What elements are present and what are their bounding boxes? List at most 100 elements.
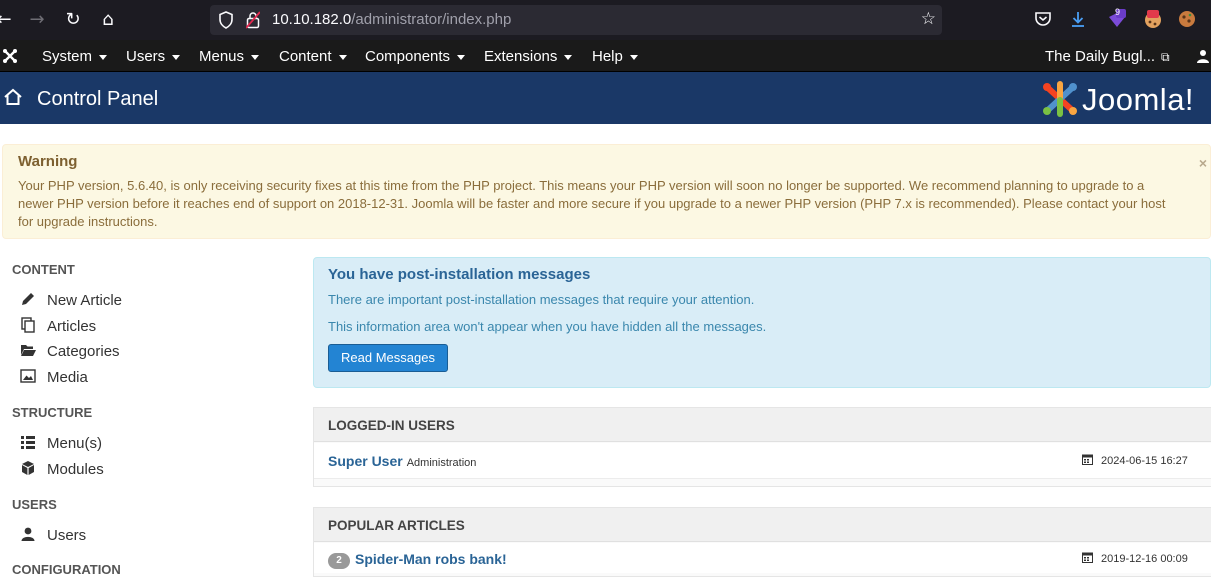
sidebar-item-new-article[interactable]: New Article xyxy=(20,291,122,309)
sidebar-item-label: New Article xyxy=(47,292,123,309)
caret-down-icon xyxy=(564,54,573,60)
table-row: Super User Administration 2024-06-15 16:2… xyxy=(314,443,1211,479)
user-menu-icon[interactable] xyxy=(1196,49,1210,63)
url-text[interactable]: 10.10.182.0/administrator/index.php xyxy=(272,11,511,28)
menu-extensions[interactable]: Extensions xyxy=(484,48,573,65)
back-icon[interactable]: ← xyxy=(0,8,16,32)
warning-title: Warning xyxy=(18,153,78,170)
menu-components-label: Components xyxy=(365,48,451,65)
calendar-icon xyxy=(1082,552,1093,563)
sidebar-heading-configuration: CONFIGURATION xyxy=(12,562,121,577)
copy-icon xyxy=(21,317,35,333)
folder-open-icon xyxy=(21,345,36,356)
sidebar-item-label: Modules xyxy=(47,461,104,478)
admin-menu-bar: System Users Menus Content Components Ex… xyxy=(0,40,1211,72)
sidebar-item-label: Categories xyxy=(47,343,120,360)
post-install-text: There are important post-installation me… xyxy=(328,292,755,307)
article-link[interactable]: 2 Spider-Man robs bank! xyxy=(328,551,507,569)
sidebar-item-articles[interactable]: Articles xyxy=(20,317,96,335)
popular-articles-panel: POPULAR ARTICLES 2 Spider-Man robs bank! … xyxy=(313,507,1211,577)
sidebar-heading-content: CONTENT xyxy=(12,262,75,277)
cookie-icon[interactable] xyxy=(1177,9,1197,29)
site-link[interactable]: The Daily Bugl... ⧉ xyxy=(1045,48,1170,65)
login-date: 2024-06-15 16:27 xyxy=(1101,455,1188,467)
sidebar-heading-users: USERS xyxy=(12,497,57,512)
joomla-logo-icon xyxy=(1043,81,1077,117)
cube-icon xyxy=(22,461,34,475)
menu-help-label: Help xyxy=(592,48,623,65)
panel-header: LOGGED-IN USERS xyxy=(314,408,1211,442)
url-path: /administrator/index.php xyxy=(351,11,512,28)
caret-down-icon xyxy=(172,54,181,60)
php-warning-alert: Warning Your PHP version, 5.6.40, is onl… xyxy=(2,144,1211,239)
row-date: 2019-12-16 00:09 xyxy=(1082,552,1188,565)
post-install-note: This information area won't appear when … xyxy=(328,319,767,334)
menu-menus-label: Menus xyxy=(199,48,245,65)
panel-title: LOGGED-IN USERS xyxy=(328,418,455,433)
menu-content[interactable]: Content xyxy=(279,48,347,65)
reload-icon[interactable]: ↻ xyxy=(61,8,85,32)
sidebar-item-label: Articles xyxy=(47,318,97,335)
external-link-icon: ⧉ xyxy=(1161,50,1170,64)
panel-title: POPULAR ARTICLES xyxy=(328,518,465,533)
sidebar-item-media[interactable]: Media xyxy=(20,368,88,386)
page-header: Control Panel Joomla! xyxy=(0,72,1211,124)
pocket-icon[interactable] xyxy=(1033,9,1053,29)
user-link[interactable]: Super User Administration xyxy=(328,453,476,469)
menu-help[interactable]: Help xyxy=(592,48,638,65)
warning-message: Your PHP version, 5.6.40, is only receiv… xyxy=(18,178,1166,229)
home-icon[interactable]: ⌂ xyxy=(96,8,120,32)
download-icon[interactable] xyxy=(1068,9,1088,29)
post-install-message: You have post-installation messages Ther… xyxy=(313,257,1211,388)
post-install-title: You have post-installation messages xyxy=(328,266,591,283)
user-icon xyxy=(21,527,35,541)
address-bar[interactable]: 10.10.182.0/administrator/index.php ☆ xyxy=(210,5,942,35)
sidebar-item-modules[interactable]: Modules xyxy=(20,460,104,478)
logged-in-users-panel: LOGGED-IN USERS Super User Administration… xyxy=(313,407,1211,487)
row-date: 2024-06-15 16:27 xyxy=(1082,454,1188,467)
menu-system-label: System xyxy=(42,48,93,65)
panel-header: POPULAR ARTICLES xyxy=(314,508,1211,542)
shield-icon[interactable] xyxy=(218,11,234,29)
cookie-editor-icon[interactable] xyxy=(1143,9,1163,29)
hits-badge: 2 xyxy=(328,553,350,569)
read-messages-button[interactable]: Read Messages xyxy=(328,344,448,372)
sidebar-item-label: Media xyxy=(47,369,88,386)
joomla-logo: Joomla! xyxy=(1040,80,1211,118)
article-date: 2019-12-16 00:09 xyxy=(1101,553,1188,565)
menu-system[interactable]: System xyxy=(42,48,108,65)
menu-components[interactable]: Components xyxy=(365,48,466,65)
caret-down-icon xyxy=(338,54,347,60)
caret-down-icon xyxy=(629,54,638,60)
sidebar-item-users[interactable]: Users xyxy=(20,526,86,544)
article-title: Spider-Man robs bank! xyxy=(355,551,507,567)
menu-menus[interactable]: Menus xyxy=(199,48,260,65)
caret-down-icon xyxy=(251,54,260,60)
sidebar-item-categories[interactable]: Categories xyxy=(20,342,120,360)
url-host: 10.10.182.0 xyxy=(272,11,352,28)
sidebar-item-label: Menu(s) xyxy=(47,435,103,452)
close-icon[interactable]: × xyxy=(1199,155,1207,171)
table-row: 2 Spider-Man robs bank! 2019-12-16 00:09 xyxy=(314,543,1211,573)
list-icon xyxy=(21,436,35,449)
home-icon xyxy=(4,88,22,105)
site-link-label: The Daily Bugl... xyxy=(1045,48,1156,65)
forward-icon[interactable]: → xyxy=(25,8,49,32)
sidebar-heading-structure: STRUCTURE xyxy=(12,405,93,420)
page-title: Control Panel xyxy=(37,88,159,110)
sidebar-item-menus[interactable]: Menu(s) xyxy=(20,434,102,452)
image-icon xyxy=(20,369,36,383)
menu-extensions-label: Extensions xyxy=(484,48,558,65)
joomla-menu-icon[interactable] xyxy=(2,48,18,64)
menu-users[interactable]: Users xyxy=(126,48,181,65)
sidebar-item-label: Users xyxy=(47,527,87,544)
joomla-brand-text: Joomla! xyxy=(1082,82,1195,117)
menu-users-label: Users xyxy=(126,48,166,65)
user-area: Administration xyxy=(406,457,477,469)
caret-down-icon xyxy=(457,54,466,60)
user-name: Super User xyxy=(328,453,403,469)
menu-content-label: Content xyxy=(279,48,332,65)
bookmark-star-icon[interactable]: ☆ xyxy=(921,9,936,29)
extension-badge: 9 xyxy=(1115,7,1121,17)
insecure-lock-icon[interactable] xyxy=(246,11,260,29)
